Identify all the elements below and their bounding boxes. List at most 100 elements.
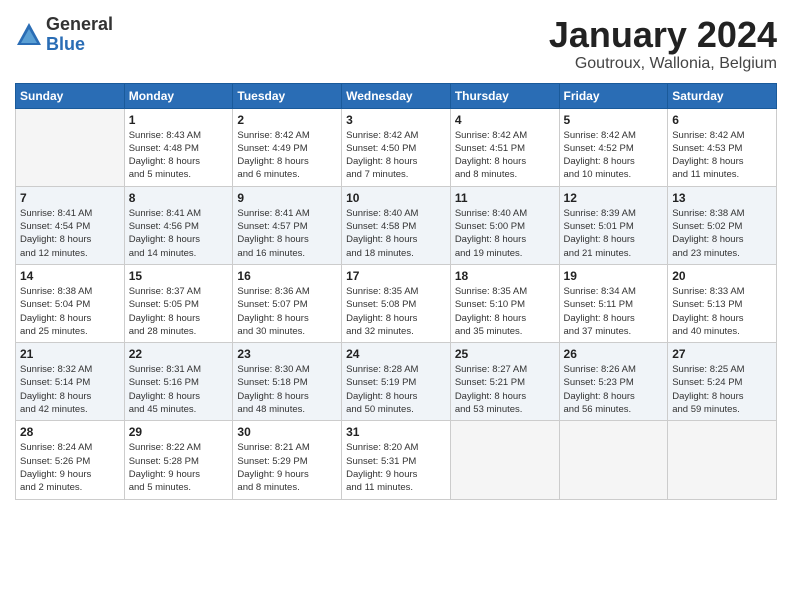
day-number: 21 [20, 347, 120, 361]
logo-general: General [46, 15, 113, 35]
day-info: Sunrise: 8:30 AM Sunset: 5:18 PM Dayligh… [237, 363, 337, 416]
table-row: 16 Sunrise: 8:36 AM Sunset: 5:07 PM Dayli… [233, 264, 342, 342]
day-info: Sunrise: 8:39 AM Sunset: 5:01 PM Dayligh… [564, 207, 664, 260]
logo: General Blue [15, 15, 113, 55]
day-number: 22 [129, 347, 229, 361]
day-number: 20 [672, 269, 772, 283]
day-info: Sunrise: 8:38 AM Sunset: 5:04 PM Dayligh… [20, 285, 120, 338]
calendar-week-row: 14 Sunrise: 8:38 AM Sunset: 5:04 PM Dayli… [16, 264, 777, 342]
day-number: 16 [237, 269, 337, 283]
day-info: Sunrise: 8:35 AM Sunset: 5:08 PM Dayligh… [346, 285, 446, 338]
calendar-week-row: 7 Sunrise: 8:41 AM Sunset: 4:54 PM Daylig… [16, 186, 777, 264]
day-info: Sunrise: 8:42 AM Sunset: 4:53 PM Dayligh… [672, 129, 772, 182]
table-row: 5 Sunrise: 8:42 AM Sunset: 4:52 PM Daylig… [559, 108, 668, 186]
day-number: 12 [564, 191, 664, 205]
table-row: 3Sunrise: 8:42 AM Sunset: 4:50 PM Daylig… [342, 108, 451, 186]
table-row: 7 Sunrise: 8:41 AM Sunset: 4:54 PM Daylig… [16, 186, 125, 264]
day-info: Sunrise: 8:27 AM Sunset: 5:21 PM Dayligh… [455, 363, 555, 416]
table-row: 6 Sunrise: 8:42 AM Sunset: 4:53 PM Daylig… [668, 108, 777, 186]
day-info: Sunrise: 8:33 AM Sunset: 5:13 PM Dayligh… [672, 285, 772, 338]
day-info: Sunrise: 8:32 AM Sunset: 5:14 PM Dayligh… [20, 363, 120, 416]
table-row: 24 Sunrise: 8:28 AM Sunset: 5:19 PM Dayli… [342, 343, 451, 421]
table-row: 17Sunrise: 8:35 AM Sunset: 5:08 PM Dayli… [342, 264, 451, 342]
day-number: 18 [455, 269, 555, 283]
day-info: Sunrise: 8:40 AM Sunset: 4:58 PM Dayligh… [346, 207, 446, 260]
table-row: 28Sunrise: 8:24 AM Sunset: 5:26 PM Dayli… [16, 421, 125, 499]
table-row: 14 Sunrise: 8:38 AM Sunset: 5:04 PM Dayli… [16, 264, 125, 342]
day-number: 2 [237, 113, 337, 127]
table-row: 8 Sunrise: 8:41 AM Sunset: 4:56 PM Daylig… [124, 186, 233, 264]
table-row: 22 Sunrise: 8:31 AM Sunset: 5:16 PM Dayli… [124, 343, 233, 421]
table-row: 9 Sunrise: 8:41 AM Sunset: 4:57 PM Daylig… [233, 186, 342, 264]
logo-blue: Blue [46, 35, 113, 55]
location-subtitle: Goutroux, Wallonia, Belgium [549, 55, 777, 73]
table-row: 27Sunrise: 8:25 AM Sunset: 5:24 PM Dayli… [668, 343, 777, 421]
day-info: Sunrise: 8:42 AM Sunset: 4:52 PM Dayligh… [564, 129, 664, 182]
day-info: Sunrise: 8:36 AM Sunset: 5:07 PM Dayligh… [237, 285, 337, 338]
table-row: 12 Sunrise: 8:39 AM Sunset: 5:01 PM Dayli… [559, 186, 668, 264]
day-info: Sunrise: 8:42 AM Sunset: 4:49 PM Dayligh… [237, 129, 337, 182]
day-number: 5 [564, 113, 664, 127]
day-number: 28 [20, 425, 120, 439]
day-info: Sunrise: 8:38 AM Sunset: 5:02 PM Dayligh… [672, 207, 772, 260]
day-info: Sunrise: 8:41 AM Sunset: 4:54 PM Dayligh… [20, 207, 120, 260]
table-row: 18Sunrise: 8:35 AM Sunset: 5:10 PM Dayli… [450, 264, 559, 342]
table-row: 15 Sunrise: 8:37 AM Sunset: 5:05 PM Dayli… [124, 264, 233, 342]
weekday-header-row: Sunday Monday Tuesday Wednesday Thursday… [16, 83, 777, 108]
table-row: 30Sunrise: 8:21 AM Sunset: 5:29 PM Dayli… [233, 421, 342, 499]
day-info: Sunrise: 8:37 AM Sunset: 5:05 PM Dayligh… [129, 285, 229, 338]
day-number: 13 [672, 191, 772, 205]
table-row: 11Sunrise: 8:40 AM Sunset: 5:00 PM Dayli… [450, 186, 559, 264]
day-info: Sunrise: 8:42 AM Sunset: 4:51 PM Dayligh… [455, 129, 555, 182]
day-number: 4 [455, 113, 555, 127]
day-info: Sunrise: 8:41 AM Sunset: 4:56 PM Dayligh… [129, 207, 229, 260]
table-row: 19Sunrise: 8:34 AM Sunset: 5:11 PM Dayli… [559, 264, 668, 342]
day-number: 9 [237, 191, 337, 205]
header: General Blue January 2024 Goutroux, Wall… [15, 15, 777, 73]
day-number: 15 [129, 269, 229, 283]
day-number: 23 [237, 347, 337, 361]
day-number: 14 [20, 269, 120, 283]
day-info: Sunrise: 8:20 AM Sunset: 5:31 PM Dayligh… [346, 441, 446, 494]
table-row: 1Sunrise: 8:43 AM Sunset: 4:48 PM Daylig… [124, 108, 233, 186]
day-number: 6 [672, 113, 772, 127]
day-info: Sunrise: 8:43 AM Sunset: 4:48 PM Dayligh… [129, 129, 229, 182]
header-tuesday: Tuesday [233, 83, 342, 108]
table-row [450, 421, 559, 499]
table-row: 23 Sunrise: 8:30 AM Sunset: 5:18 PM Dayli… [233, 343, 342, 421]
day-info: Sunrise: 8:21 AM Sunset: 5:29 PM Dayligh… [237, 441, 337, 494]
logo-text: General Blue [46, 15, 113, 55]
table-row: 4 Sunrise: 8:42 AM Sunset: 4:51 PM Daylig… [450, 108, 559, 186]
table-row: 26Sunrise: 8:26 AM Sunset: 5:23 PM Dayli… [559, 343, 668, 421]
calendar-container: General Blue January 2024 Goutroux, Wall… [0, 0, 792, 612]
day-number: 10 [346, 191, 446, 205]
calendar-week-row: 28Sunrise: 8:24 AM Sunset: 5:26 PM Dayli… [16, 421, 777, 499]
day-info: Sunrise: 8:31 AM Sunset: 5:16 PM Dayligh… [129, 363, 229, 416]
header-monday: Monday [124, 83, 233, 108]
day-info: Sunrise: 8:41 AM Sunset: 4:57 PM Dayligh… [237, 207, 337, 260]
day-number: 24 [346, 347, 446, 361]
table-row [668, 421, 777, 499]
table-row: 2 Sunrise: 8:42 AM Sunset: 4:49 PM Daylig… [233, 108, 342, 186]
day-info: Sunrise: 8:40 AM Sunset: 5:00 PM Dayligh… [455, 207, 555, 260]
header-wednesday: Wednesday [342, 83, 451, 108]
calendar-week-row: 21 Sunrise: 8:32 AM Sunset: 5:14 PM Dayli… [16, 343, 777, 421]
table-row [16, 108, 125, 186]
day-number: 7 [20, 191, 120, 205]
day-info: Sunrise: 8:28 AM Sunset: 5:19 PM Dayligh… [346, 363, 446, 416]
table-row: 21 Sunrise: 8:32 AM Sunset: 5:14 PM Dayli… [16, 343, 125, 421]
calendar-table: Sunday Monday Tuesday Wednesday Thursday… [15, 83, 777, 500]
header-friday: Friday [559, 83, 668, 108]
day-info: Sunrise: 8:26 AM Sunset: 5:23 PM Dayligh… [564, 363, 664, 416]
header-sunday: Sunday [16, 83, 125, 108]
calendar-week-row: 1Sunrise: 8:43 AM Sunset: 4:48 PM Daylig… [16, 108, 777, 186]
day-number: 19 [564, 269, 664, 283]
title-block: January 2024 Goutroux, Wallonia, Belgium [549, 15, 777, 73]
day-number: 8 [129, 191, 229, 205]
day-number: 31 [346, 425, 446, 439]
day-number: 25 [455, 347, 555, 361]
header-saturday: Saturday [668, 83, 777, 108]
day-number: 29 [129, 425, 229, 439]
day-info: Sunrise: 8:22 AM Sunset: 5:28 PM Dayligh… [129, 441, 229, 494]
table-row: 31 Sunrise: 8:20 AM Sunset: 5:31 PM Dayli… [342, 421, 451, 499]
